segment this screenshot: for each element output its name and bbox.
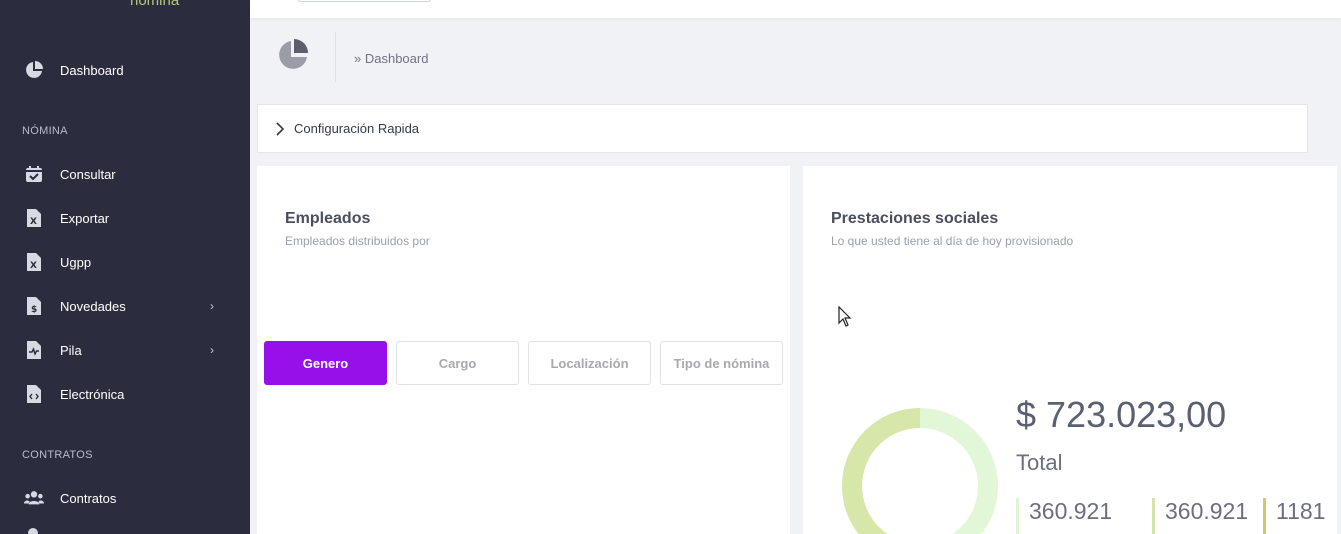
calendar-check-icon: [24, 164, 44, 184]
stat-value: 1181: [1276, 498, 1326, 524]
prestaciones-donut-chart: [842, 408, 998, 534]
card-title: Empleados: [285, 210, 371, 227]
card-subtitle: Empleados distribuidos por: [285, 234, 430, 248]
top-bar: [250, 0, 1341, 18]
tab-localizacion[interactable]: Localización: [528, 341, 651, 385]
tab-genero[interactable]: Genero: [264, 341, 387, 385]
sidebar-item-pila[interactable]: Pila ›: [0, 330, 250, 370]
users-icon: [24, 488, 44, 508]
partial-icon: [28, 528, 38, 534]
card-subtitle: Lo que usted tiene al día de hoy provisi…: [831, 234, 1074, 248]
sidebar-item-label: Dashboard: [60, 62, 124, 78]
header-divider: [335, 32, 336, 82]
stat-item: 1181: [1263, 498, 1325, 534]
total-amount: $ 723.023,00: [1016, 394, 1227, 435]
stat-value: 360.921: [1165, 498, 1249, 524]
sidebar-item-label: Pila: [60, 342, 82, 358]
tab-tipo-nomina[interactable]: Tipo de nómina: [660, 341, 783, 385]
sidebar-item-label: Contratos: [60, 490, 117, 506]
pie-chart-icon: [24, 60, 44, 80]
donut-segment-dark: [842, 408, 921, 534]
svg-text:X: X: [30, 217, 37, 227]
code-file-icon: [24, 384, 44, 404]
sidebar-item-label: Electrónica: [60, 386, 125, 402]
pulse-file-icon: [24, 340, 44, 360]
chevron-right-icon: ›: [210, 299, 214, 313]
sidebar-item-dashboard[interactable]: Dashboard: [0, 50, 250, 90]
excel-file-icon: X: [24, 252, 44, 272]
section-nomina: NÓMINA: [22, 125, 68, 137]
stat-item: 360.921: [1016, 498, 1112, 534]
svg-text:X: X: [30, 261, 37, 271]
excel-file-icon: X: [24, 208, 44, 228]
sidebar-item-exportar[interactable]: X Exportar: [0, 198, 250, 238]
topbar-select[interactable]: [298, 0, 431, 2]
sidebar-item-label: Novedades: [60, 298, 126, 314]
sidebar-item-label: Ugpp: [60, 254, 92, 270]
stat-value: 360.921: [1029, 498, 1113, 524]
sidebar-item-consultar[interactable]: Consultar: [0, 154, 250, 194]
quick-config-accordion[interactable]: Configuración Rapida: [257, 104, 1308, 153]
breadcrumb: » Dashboard: [354, 51, 429, 66]
chevron-right-icon: ›: [210, 343, 214, 357]
chevron-right-icon: [274, 121, 286, 137]
sidebar: nómina Dashboard NÓMINA Consultar X Expo…: [0, 0, 250, 534]
pie-chart-icon: [276, 38, 312, 72]
brand-logo-text: nómina: [130, 0, 180, 9]
sidebar-item-electronica[interactable]: Electrónica: [0, 374, 250, 414]
svg-text:$: $: [31, 305, 37, 315]
dollar-file-icon: $: [24, 296, 44, 316]
total-label: Total: [1016, 450, 1063, 475]
tab-cargo[interactable]: Cargo: [396, 341, 519, 385]
sidebar-item-label: Exportar: [60, 210, 110, 226]
accordion-label: Configuración Rapida: [294, 121, 420, 136]
sidebar-item-ugpp[interactable]: X Ugpp: [0, 242, 250, 282]
mouse-cursor-icon: [838, 306, 852, 327]
sidebar-item-novedades[interactable]: $ Novedades ›: [0, 286, 250, 326]
sidebar-item-label: Consultar: [60, 166, 116, 182]
stat-item: 360.921: [1152, 498, 1248, 534]
section-contratos: CONTRATOS: [22, 449, 93, 461]
card-title: Prestaciones sociales: [831, 210, 999, 227]
sidebar-item-contratos[interactable]: Contratos: [0, 478, 250, 518]
